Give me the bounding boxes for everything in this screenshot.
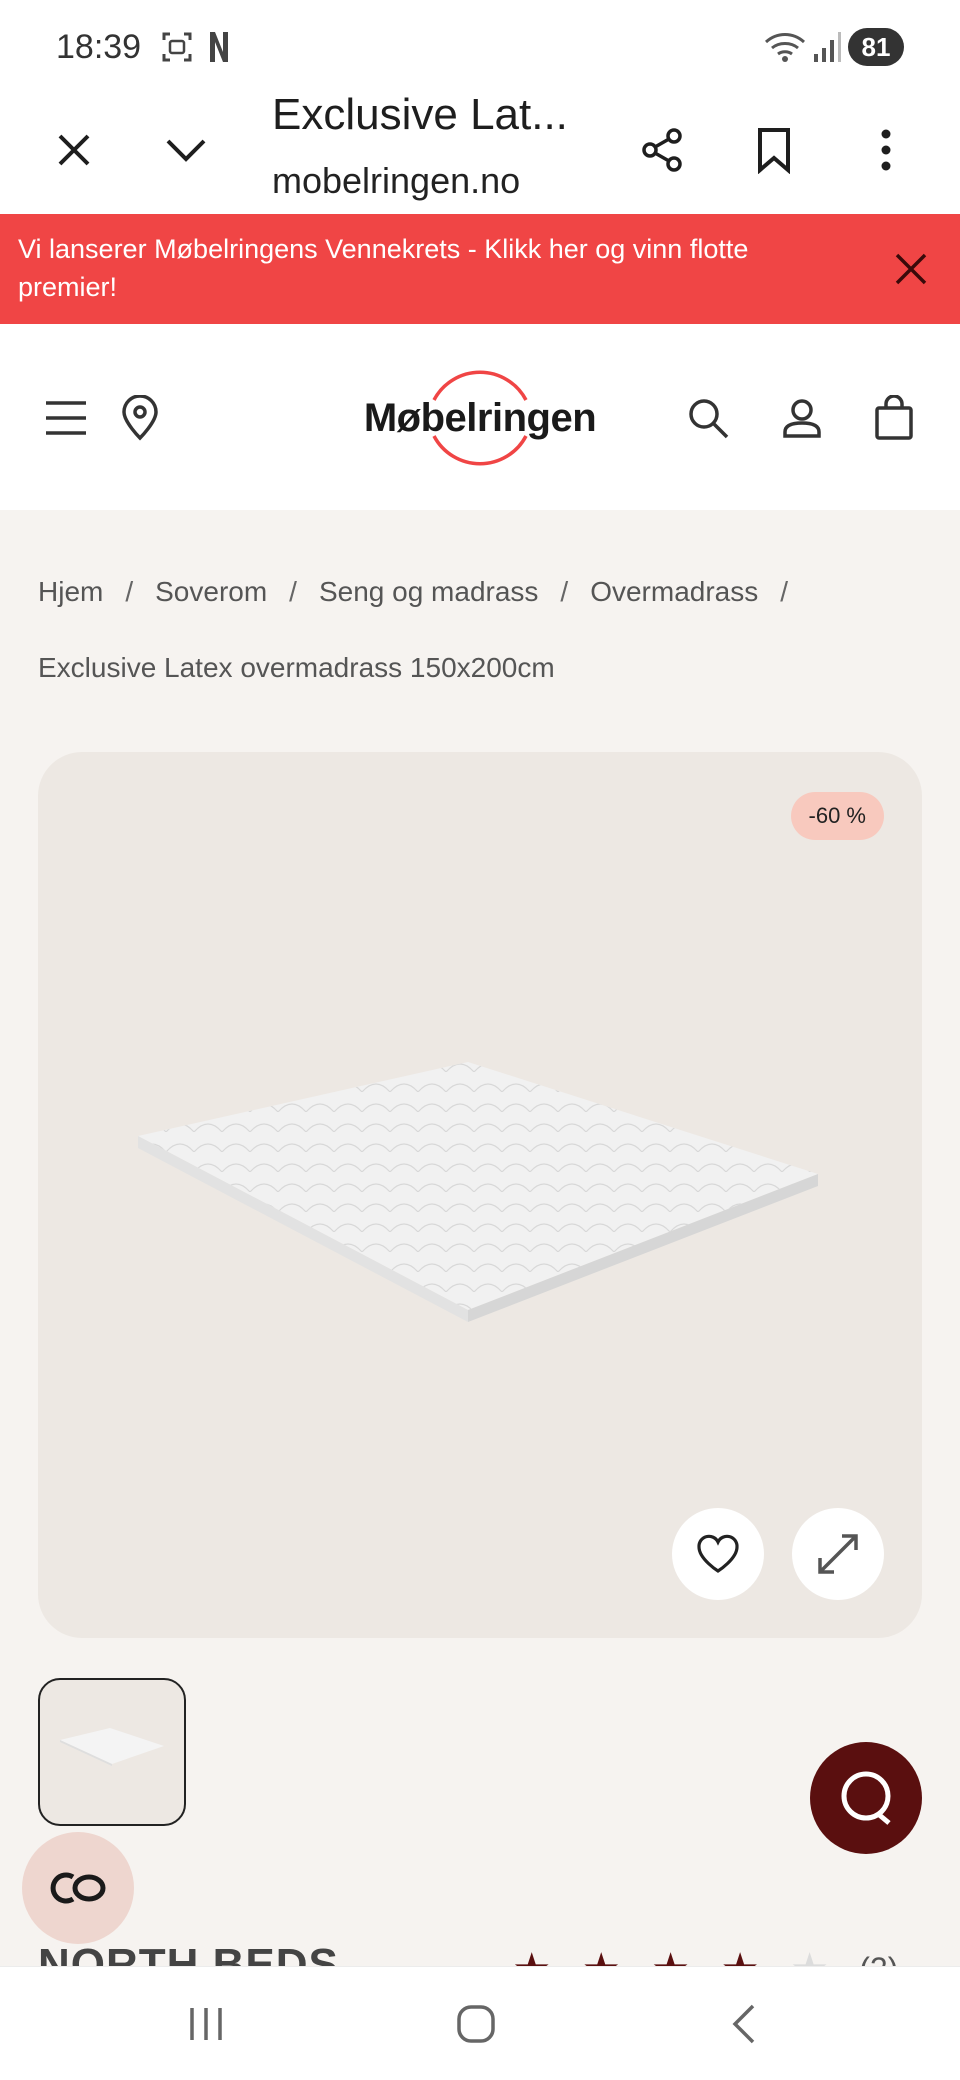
page-title: Exclusive Lat... bbox=[272, 90, 568, 139]
breadcrumb-separator: / bbox=[780, 576, 789, 607]
promo-banner[interactable]: Vi lanserer Møbelringens Vennekrets - Kl… bbox=[0, 214, 960, 324]
close-tab-button[interactable] bbox=[44, 120, 104, 180]
expand-image-button[interactable] bbox=[792, 1508, 884, 1600]
status-time: 18:39 bbox=[56, 28, 142, 66]
back-button[interactable] bbox=[704, 1989, 784, 2059]
thumbnail-image bbox=[60, 1728, 164, 1766]
more-options-button[interactable] bbox=[856, 120, 916, 180]
recent-apps-button[interactable] bbox=[166, 1989, 246, 2059]
shopping-bag-icon bbox=[875, 395, 913, 440]
wifi-icon bbox=[764, 30, 806, 69]
bookmark-button[interactable] bbox=[744, 120, 804, 180]
share-icon bbox=[642, 128, 682, 172]
heart-icon bbox=[697, 1534, 739, 1573]
store-locator-button[interactable] bbox=[110, 388, 170, 448]
browser-toolbar: Exclusive Lat... mobelringen.no bbox=[0, 90, 960, 214]
netflix-icon bbox=[208, 30, 230, 69]
minimize-button[interactable] bbox=[156, 120, 216, 180]
battery-indicator: 81 bbox=[848, 28, 904, 66]
signal-icon bbox=[812, 30, 842, 69]
product-thumbnail[interactable] bbox=[38, 1678, 186, 1826]
breadcrumb-seng-og-madrass[interactable]: Seng og madrass bbox=[319, 575, 538, 609]
promo-text[interactable]: Vi lanserer Møbelringens Vennekrets - Kl… bbox=[18, 230, 838, 306]
home-button[interactable] bbox=[436, 1989, 516, 2059]
product-image-gallery[interactable]: -60 % bbox=[38, 752, 922, 1638]
user-icon bbox=[783, 399, 821, 438]
page-url[interactable]: mobelringen.no bbox=[272, 160, 520, 202]
logo-text: Møbelringen bbox=[363, 396, 597, 440]
screenshot-icon bbox=[160, 30, 194, 69]
account-button[interactable] bbox=[772, 388, 832, 448]
breadcrumb-separator: / bbox=[289, 576, 297, 607]
discount-badge: -60 % bbox=[790, 792, 884, 840]
breadcrumb-current: Exclusive Latex overmadrass 150x200cm bbox=[38, 652, 555, 683]
search-button[interactable] bbox=[678, 388, 738, 448]
cart-button[interactable] bbox=[864, 388, 924, 448]
bookmark-icon bbox=[758, 128, 790, 174]
site-logo[interactable]: Møbelringen bbox=[360, 360, 600, 476]
home-icon bbox=[457, 2005, 495, 2043]
system-navigation-bar bbox=[0, 1966, 960, 2080]
site-header: Møbelringen bbox=[0, 324, 960, 510]
breadcrumb: Hjem / Soverom / Seng og madrass / Overm… bbox=[38, 575, 928, 683]
co-logo-icon bbox=[50, 1872, 106, 1904]
menu-button[interactable] bbox=[36, 388, 96, 448]
breadcrumb-soverom[interactable]: Soverom bbox=[155, 575, 267, 609]
chat-button[interactable] bbox=[810, 1742, 922, 1854]
breadcrumb-overmadrass[interactable]: Overmadrass bbox=[590, 575, 758, 609]
favorite-button[interactable] bbox=[672, 1508, 764, 1600]
back-icon bbox=[732, 2004, 755, 2044]
breadcrumb-separator: / bbox=[125, 576, 134, 607]
close-icon bbox=[895, 253, 927, 285]
close-icon bbox=[58, 134, 90, 166]
menu-icon bbox=[46, 401, 86, 435]
search-icon bbox=[689, 399, 729, 439]
status-bar: 18:39 81 bbox=[0, 0, 960, 90]
more-vert-icon bbox=[881, 129, 891, 171]
expand-icon bbox=[818, 1534, 858, 1574]
breadcrumb-home[interactable]: Hjem bbox=[38, 575, 103, 609]
breadcrumb-separator: / bbox=[560, 576, 569, 607]
share-button[interactable] bbox=[632, 120, 692, 180]
product-image bbox=[138, 1062, 818, 1322]
chat-icon bbox=[841, 1771, 891, 1825]
recent-apps-icon bbox=[190, 2008, 222, 2040]
co-widget-button[interactable] bbox=[22, 1832, 134, 1944]
chevron-down-icon bbox=[166, 139, 206, 162]
promo-close-button[interactable] bbox=[886, 244, 936, 294]
location-pin-icon bbox=[122, 395, 158, 441]
